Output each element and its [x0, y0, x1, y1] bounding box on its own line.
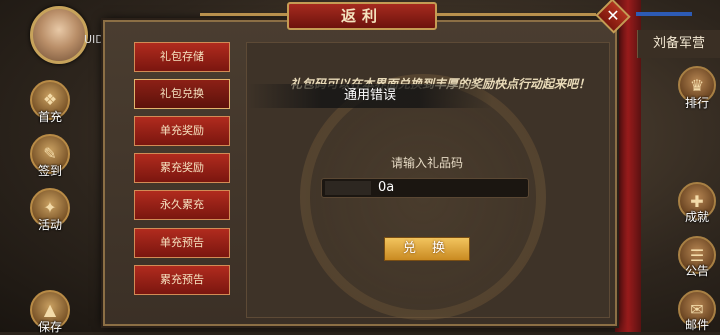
menu-item-cumulative-recharge[interactable]: 累充奖励: [134, 153, 230, 183]
resource-bar: [636, 12, 692, 16]
first-recharge-label: 首充: [37, 110, 62, 124]
event-label: 活动: [37, 218, 62, 232]
title-ornament-left: [200, 13, 288, 16]
save-label: 保存: [37, 320, 62, 334]
achievement-label: 成就: [684, 210, 709, 224]
mail-label: 邮件: [684, 318, 709, 332]
title-ornament-right: [436, 13, 596, 16]
error-toast: 通用错误: [248, 84, 492, 108]
menu-item-single-preview[interactable]: 单充预告: [134, 228, 230, 258]
redeem-button[interactable]: 兑 换: [384, 237, 470, 261]
checkin-label: 签到: [37, 164, 62, 178]
menu-item-gift-redeem[interactable]: 礼包兑换: [134, 79, 230, 109]
ranking-label: 排行: [684, 96, 709, 110]
player-avatar[interactable]: [30, 6, 88, 64]
menu-item-single-recharge[interactable]: 单充奖励: [134, 116, 230, 146]
close-icon: ✕: [606, 6, 620, 25]
menu-item-gift-storage[interactable]: 礼包存储: [134, 42, 230, 72]
redacted-code-area: [325, 181, 371, 195]
menu-item-permanent-recharge[interactable]: 永久累充: [134, 190, 230, 220]
announcement-label: 公告: [684, 264, 709, 278]
dialog-title: 返利: [287, 2, 437, 30]
menu-item-cumulative-preview[interactable]: 累充预告: [134, 265, 230, 295]
code-prompt: 请输入礼品码: [390, 156, 463, 170]
camp-tab[interactable]: 刘备军营: [637, 30, 720, 58]
player-uid-label: UID: [84, 33, 104, 46]
